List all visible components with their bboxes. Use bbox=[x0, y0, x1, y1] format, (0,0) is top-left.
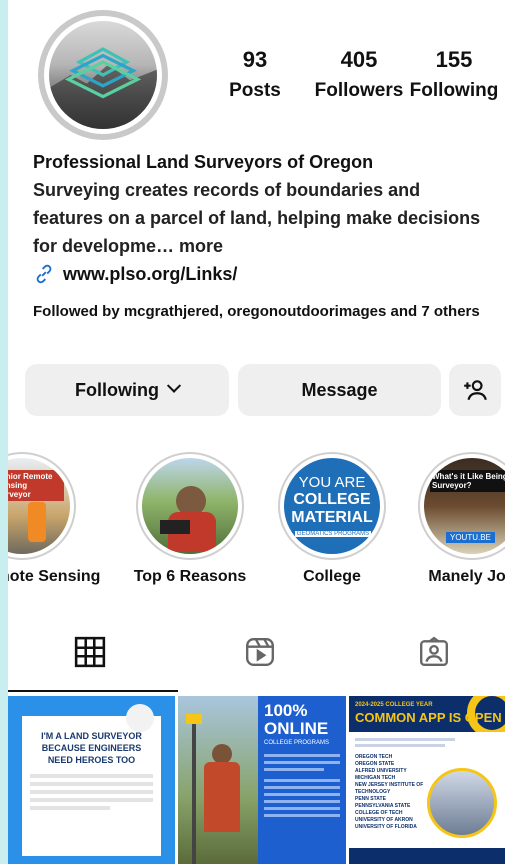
message-button-label: Message bbox=[301, 379, 378, 400]
add-person-icon bbox=[464, 380, 487, 401]
following-button[interactable]: Following bbox=[25, 364, 229, 416]
highlight-remote-sensing[interactable]: Senior Remote Sensing Surveyor bbox=[8, 452, 76, 560]
profile-link[interactable]: www.plso.org/Links/ bbox=[33, 260, 493, 288]
tagged-person-icon bbox=[420, 636, 448, 666]
add-person-button[interactable] bbox=[449, 364, 501, 416]
link-icon bbox=[33, 263, 55, 285]
profile-link-text: www.plso.org/Links/ bbox=[63, 264, 238, 284]
following-stat[interactable]: 155 Following bbox=[404, 46, 504, 102]
followers-label: Followers bbox=[314, 80, 404, 101]
message-button[interactable]: Message bbox=[238, 364, 441, 416]
followed-by-text[interactable]: Followed by mcgrathjered, oregonoutdoori… bbox=[33, 302, 488, 322]
post-3-schools: OREGON TECH OREGON STATE ALFRED UNIVERSI… bbox=[355, 754, 424, 830]
following-label: Following bbox=[409, 80, 499, 101]
tab-reels[interactable] bbox=[244, 636, 276, 673]
highlight-label: Top 6 Reasons bbox=[133, 568, 247, 585]
college-line1: YOU ARE bbox=[298, 474, 366, 491]
post-2[interactable]: 100% ONLINE COLLEGE PROGRAMS bbox=[178, 696, 346, 864]
followers-count: 405 bbox=[340, 47, 378, 72]
following-count: 155 bbox=[435, 47, 473, 72]
highlight-top-6-reasons[interactable] bbox=[136, 452, 244, 560]
college-line2: COLLEGE bbox=[293, 491, 371, 508]
chevron-down-icon bbox=[166, 378, 182, 393]
profile-bio: Professional Land Surveyors of Oregon Su… bbox=[33, 148, 493, 288]
post-1[interactable]: I'M A LAND SURVEYOR BECAUSE ENGINEERS NE… bbox=[8, 696, 175, 864]
youtube-tag: YOUTU.BE bbox=[446, 532, 495, 543]
post-2-title: 100% ONLINE bbox=[264, 701, 329, 738]
posts-stat[interactable]: 93 Posts bbox=[220, 46, 290, 102]
highlight-label: Manely Job bbox=[428, 568, 505, 585]
posts-count: 93 bbox=[242, 47, 268, 72]
followers-stat[interactable]: 405 Followers bbox=[304, 46, 414, 102]
post-3[interactable]: 2024-2025 COLLEGE YEAR COMMON APP IS OPE… bbox=[349, 696, 505, 864]
posts-label: Posts bbox=[229, 80, 281, 101]
highlight-thumb-text: What's it Like Being a Surveyor? bbox=[430, 470, 505, 492]
tab-grid[interactable] bbox=[74, 636, 106, 673]
post-3-kicker: 2024-2025 COLLEGE YEAR bbox=[355, 702, 433, 708]
post-1-title: I'M A LAND SURVEYOR BECAUSE ENGINEERS NE… bbox=[41, 731, 142, 765]
college-line3: MATERIAL bbox=[291, 509, 373, 526]
highlight-college[interactable]: YOU ARE COLLEGE MATERIAL GEOMATICS PROGR… bbox=[278, 452, 386, 560]
college-line4: GEOMATICS PROGRAMS bbox=[295, 531, 371, 537]
tab-tagged[interactable] bbox=[418, 636, 450, 673]
highlight-label: College bbox=[303, 568, 361, 585]
active-tab-indicator bbox=[8, 690, 178, 692]
bio-text[interactable]: Surveying creates records of boundaries … bbox=[33, 176, 493, 260]
following-button-label: Following bbox=[75, 379, 159, 400]
highlight-manely-job[interactable]: What's it Like Being a Surveyor? YOUTU.B… bbox=[418, 452, 505, 560]
reels-icon bbox=[246, 638, 274, 666]
post-2-subtitle: COLLEGE PROGRAMS bbox=[264, 740, 330, 746]
profile-avatar[interactable] bbox=[38, 10, 168, 140]
profile-name: Professional Land Surveyors of Oregon bbox=[33, 152, 374, 172]
profile-screen: 93 Posts 405 Followers 155 Following Pro… bbox=[8, 0, 505, 864]
grid-icon bbox=[74, 636, 106, 668]
highlight-label: mote Sensing bbox=[8, 568, 101, 585]
highlight-thumb-text: Senior Remote Sensing Surveyor bbox=[8, 470, 64, 501]
